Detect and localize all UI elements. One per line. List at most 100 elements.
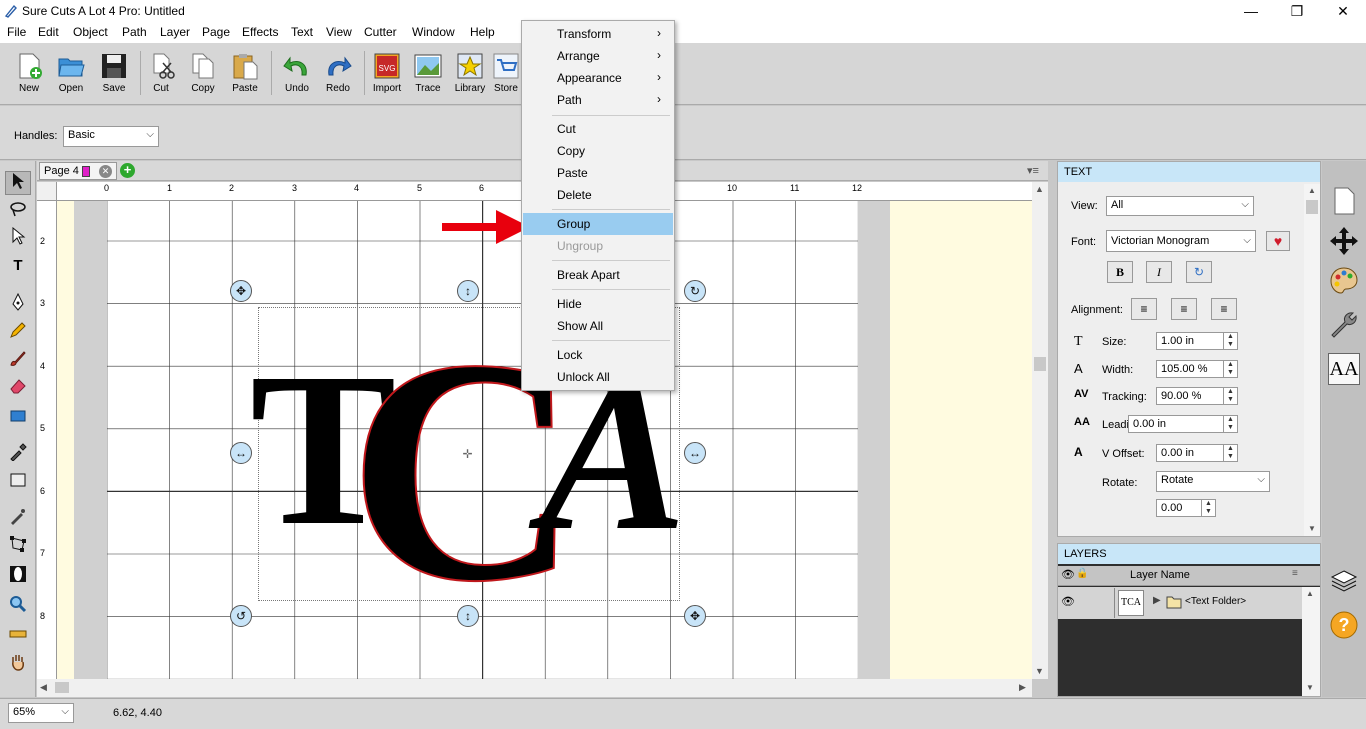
menu-item-copy[interactable]: Copy	[523, 140, 673, 162]
save-button[interactable]: Save	[92, 49, 136, 103]
menu-item-transform[interactable]: Transform ›	[523, 23, 673, 45]
transform-tool[interactable]	[5, 535, 31, 559]
menu-window[interactable]: Window	[412, 25, 455, 39]
scroll-up-icon[interactable]: ▲	[1035, 184, 1044, 194]
scroll-right-icon[interactable]: ▶	[1019, 682, 1026, 693]
menu-item-arrange[interactable]: Arrange ›	[523, 45, 673, 67]
copy-button[interactable]: Copy	[181, 49, 225, 103]
open-button[interactable]: Open	[49, 49, 93, 103]
menu-item-lock[interactable]: Lock	[523, 344, 673, 366]
shadow-tool[interactable]	[5, 565, 31, 589]
scroll-up-icon[interactable]: ▲	[1308, 186, 1316, 195]
menu-item-group[interactable]: Group	[523, 213, 673, 235]
paste-button[interactable]: Paste	[223, 49, 267, 103]
menu-page[interactable]: Page	[202, 25, 230, 39]
scale-proportional-handle-icon[interactable]: ✥	[684, 605, 706, 627]
font-select[interactable]: Victorian Monogram ⌵	[1106, 230, 1256, 252]
select-tool[interactable]	[5, 171, 31, 195]
size-input[interactable]: 1.00 in ▲ ▼	[1156, 332, 1238, 350]
menu-view[interactable]: View	[326, 25, 352, 39]
maximize-button[interactable]: ❐	[1274, 0, 1320, 23]
menu-item-ungroup[interactable]: Ungroup	[523, 235, 673, 257]
gradient-tool[interactable]	[5, 471, 31, 495]
move-arrows-icon[interactable]	[1328, 225, 1360, 257]
menu-cutter[interactable]: Cutter	[364, 25, 397, 39]
vertical-scrollbar[interactable]: ▲ ▼	[1032, 182, 1048, 679]
undo-button[interactable]: Undo	[275, 49, 319, 103]
scale-horizontal-handle-icon[interactable]: ↔	[684, 442, 706, 464]
align-center-icon[interactable]: ≡	[1171, 298, 1197, 320]
tab-menu-icon[interactable]: ▾≡	[1027, 164, 1039, 177]
scroll-down-icon[interactable]: ▼	[1306, 683, 1314, 692]
layers-stack-icon[interactable]	[1328, 565, 1360, 597]
menu-path[interactable]: Path	[122, 25, 147, 39]
rotate-select[interactable]: Rotate ⌵	[1156, 471, 1270, 492]
favorite-font-heart-icon[interactable]: ♥	[1266, 231, 1290, 251]
align-left-icon[interactable]: ≡	[1131, 298, 1157, 320]
scroll-down-icon[interactable]: ▼	[1308, 524, 1316, 533]
layers-menu-icon[interactable]: ≡	[1292, 568, 1298, 579]
rotate-handle-icon[interactable]: ↻	[684, 280, 706, 302]
scroll-thumb[interactable]	[55, 682, 69, 693]
redo-button[interactable]: Redo	[316, 49, 360, 103]
lasso-tool[interactable]	[5, 200, 31, 224]
visibility-eye-icon[interactable]: 👁	[1061, 595, 1075, 608]
lock-icon[interactable]: 🔒	[1076, 568, 1088, 579]
text-panel-tab-icon[interactable]: AA	[1328, 353, 1360, 385]
menu-item-show-all[interactable]: Show All	[523, 315, 673, 337]
reset-refresh-icon[interactable]: ↻	[1186, 261, 1212, 283]
menu-file[interactable]: File	[7, 25, 26, 39]
library-button[interactable]: Library	[448, 49, 492, 103]
measure-tool[interactable]	[5, 625, 31, 649]
scale-vertical-handle-icon[interactable]: ↕	[457, 280, 479, 302]
stepper-icon[interactable]: ▲ ▼	[1223, 388, 1237, 404]
align-right-icon[interactable]: ≡	[1211, 298, 1237, 320]
menu-item-hide[interactable]: Hide	[523, 293, 673, 315]
brush-tool[interactable]	[5, 349, 31, 373]
minimize-button[interactable]: —	[1228, 0, 1274, 23]
color-palette-icon[interactable]	[1328, 265, 1360, 297]
wrench-icon[interactable]	[1328, 309, 1360, 341]
menu-item-delete[interactable]: Delete	[523, 184, 673, 206]
tab-page-4[interactable]: Page 4 ✕	[39, 162, 117, 180]
add-page-icon[interactable]: +	[120, 163, 135, 178]
eraser-tool[interactable]	[5, 377, 31, 401]
view-select[interactable]: All ⌵	[1106, 196, 1254, 216]
rotate-amount-input[interactable]: 0.00 ▲ ▼	[1156, 499, 1216, 517]
scale-horizontal-handle-icon[interactable]: ↔	[230, 442, 252, 464]
stepper-icon[interactable]: ▲ ▼	[1223, 361, 1237, 377]
expand-triangle-icon[interactable]: ▶	[1153, 595, 1161, 606]
pencil-tool[interactable]	[5, 321, 31, 345]
menu-object[interactable]: Object	[73, 25, 108, 39]
cut-button[interactable]: Cut	[139, 49, 183, 103]
tracking-input[interactable]: 90.00 % ▲ ▼	[1156, 387, 1238, 405]
scroll-thumb[interactable]	[1306, 200, 1318, 214]
italic-button[interactable]: I	[1146, 261, 1172, 283]
menu-layer[interactable]: Layer	[160, 25, 190, 39]
eye-icon[interactable]: 👁	[1061, 568, 1075, 581]
rotate-handle-icon[interactable]: ↺	[230, 605, 252, 627]
stepper-icon[interactable]: ▲ ▼	[1223, 333, 1237, 349]
help-question-icon[interactable]: ?	[1328, 609, 1360, 641]
menu-text[interactable]: Text	[291, 25, 313, 39]
close-button[interactable]: ✕	[1320, 0, 1366, 23]
knife-tool[interactable]	[5, 507, 31, 531]
menu-effects[interactable]: Effects	[242, 25, 278, 39]
scroll-thumb[interactable]	[1034, 357, 1046, 371]
menu-item-cut[interactable]: Cut	[523, 118, 673, 140]
menu-item-paste[interactable]: Paste	[523, 162, 673, 184]
layer-row[interactable]: 👁 TCA ▶ <Text Folder>	[1058, 587, 1302, 619]
move-handle-icon[interactable]: ✥	[230, 280, 252, 302]
new-button[interactable]: New	[7, 49, 51, 103]
zoom-tool[interactable]	[5, 595, 31, 619]
menu-item-path[interactable]: Path ›	[523, 89, 673, 111]
hand-tool[interactable]	[5, 653, 31, 677]
node-edit-tool[interactable]	[5, 226, 31, 251]
close-tab-icon[interactable]: ✕	[99, 165, 112, 178]
trace-button[interactable]: Trace	[406, 49, 450, 103]
stepper-icon[interactable]: ▲ ▼	[1223, 445, 1237, 461]
handles-select[interactable]: Basic ⌵	[63, 126, 159, 147]
stepper-icon[interactable]: ▲ ▼	[1201, 500, 1215, 516]
layers-scrollbar[interactable]: ▲ ▼	[1302, 587, 1320, 696]
scroll-up-icon[interactable]: ▲	[1306, 589, 1314, 598]
